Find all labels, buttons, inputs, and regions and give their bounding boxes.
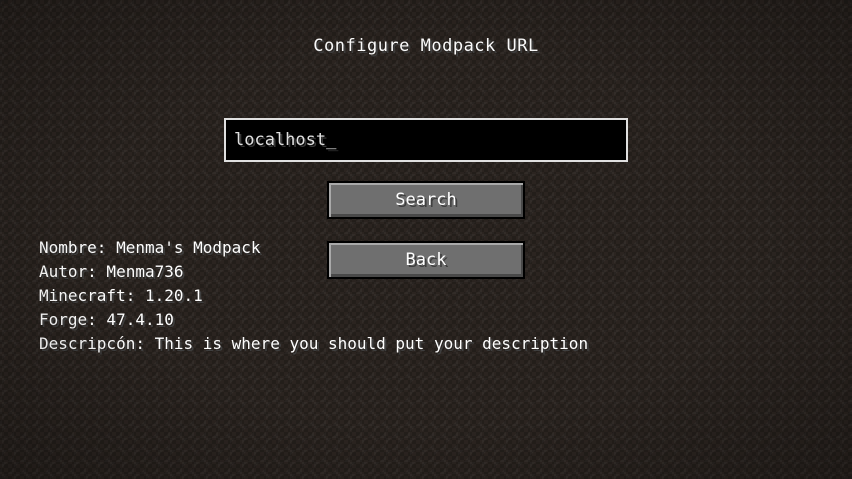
search-button[interactable]: Search xyxy=(327,181,525,219)
modpack-info: Nombre: Menma's Modpack Autor: Menma736 … xyxy=(39,236,588,356)
modpack-author: Autor: Menma736 xyxy=(39,262,184,281)
modpack-name: Nombre: Menma's Modpack xyxy=(39,238,261,257)
modpack-config-screen: Configure Modpack URL localhost_ Search … xyxy=(0,0,852,479)
modpack-description: Descripcón: This is where you should put… xyxy=(39,334,589,353)
minecraft-version: Minecraft: 1.20.1 xyxy=(39,286,203,305)
forge-version: Forge: 47.4.10 xyxy=(39,310,174,329)
url-input[interactable]: localhost_ xyxy=(224,118,628,162)
screen-title: Configure Modpack URL xyxy=(313,36,539,56)
